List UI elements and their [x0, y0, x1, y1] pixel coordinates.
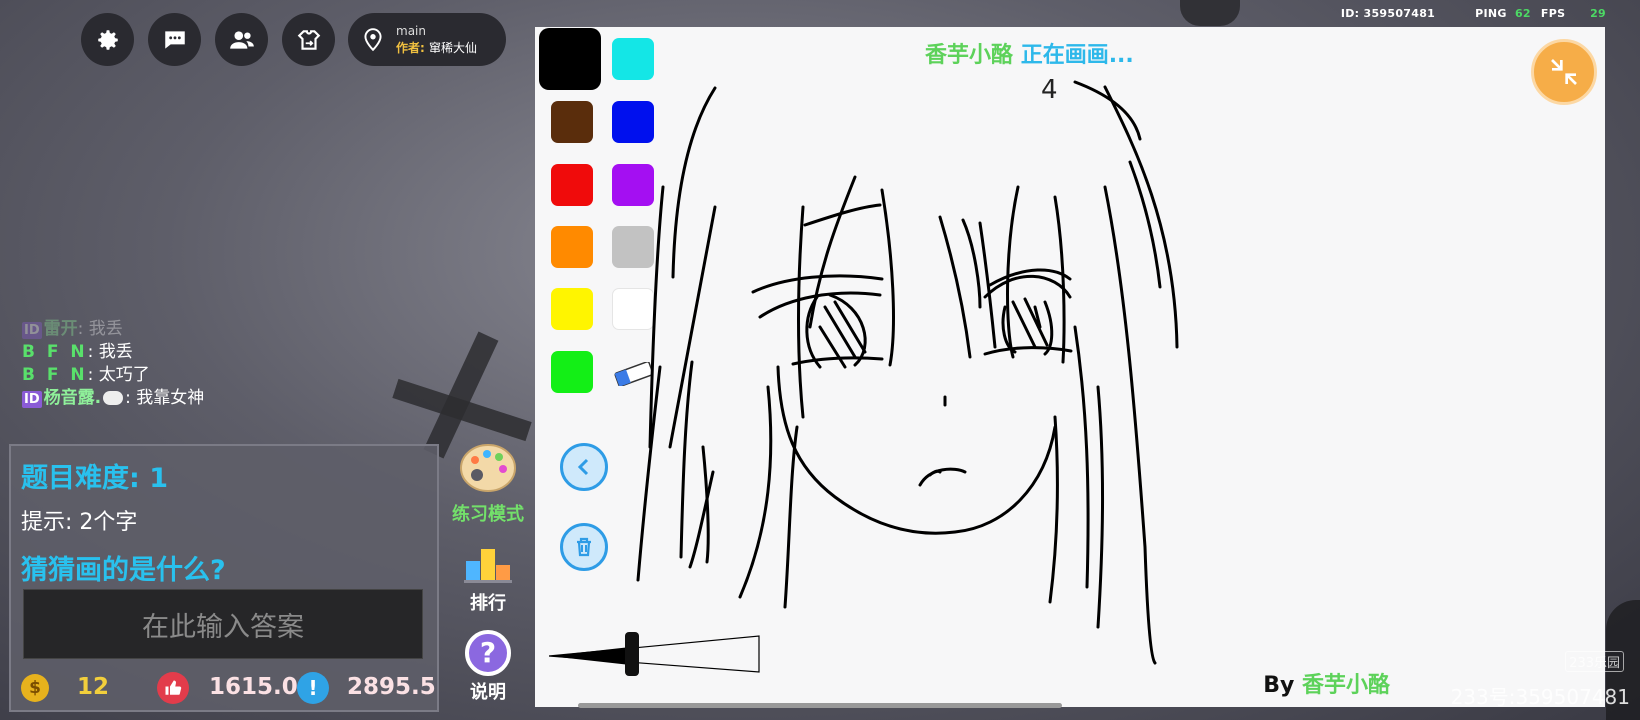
answer-input[interactable]: 在此输入答案 — [23, 589, 423, 659]
color-swatch-blue[interactable] — [612, 101, 654, 143]
ping-value: 62 — [1514, 7, 1531, 20]
color-swatch-cyan[interactable] — [612, 38, 654, 80]
practice-mode-button[interactable]: 练习模式 — [446, 442, 530, 526]
watermark-id: 233号:359507481 — [1450, 685, 1630, 709]
brush-size-slider[interactable] — [548, 632, 769, 680]
chat-message: 我丢 — [88, 319, 123, 339]
chat-icon — [164, 30, 185, 49]
collapse-arrows-icon — [1551, 59, 1577, 85]
gear-icon — [97, 29, 118, 50]
fps-value: 29 — [1590, 7, 1606, 20]
drawing-status: 正在画画... — [1020, 43, 1134, 68]
chat-message: 太巧了 — [98, 365, 150, 385]
drawer-name: 香芋小酪 — [925, 43, 1014, 68]
artist-name: 香芋小酪 — [1301, 673, 1390, 698]
eraser-icon[interactable] — [613, 361, 655, 387]
ranking-button[interactable]: 排行 — [446, 543, 530, 615]
settings-button[interactable] — [81, 13, 134, 66]
color-swatch-white[interactable] — [612, 288, 654, 330]
chat-sender: 雷开 — [43, 319, 78, 339]
author-label: 作者: — [396, 40, 425, 55]
id-badge: ID — [22, 391, 42, 408]
exclamation-icon[interactable]: ! — [297, 672, 329, 704]
map-pin-icon — [364, 27, 382, 51]
color-swatch-yellow[interactable] — [551, 288, 593, 330]
clear-canvas-button[interactable] — [560, 523, 608, 571]
id-badge: ID — [22, 322, 42, 339]
chevron-left-icon — [577, 458, 589, 476]
chat-line: ID 雷开: 我丢 — [22, 318, 204, 341]
trash-icon — [577, 537, 591, 557]
chat-sender: B F N — [22, 365, 88, 385]
friends-button[interactable] — [215, 13, 268, 66]
shrink-button[interactable] — [1531, 39, 1597, 105]
scroll-indicator — [578, 703, 1062, 708]
guess-prompt: 猜猜画的是什么? — [21, 555, 226, 586]
scene-shard — [1180, 0, 1240, 26]
color-swatch-red[interactable] — [551, 164, 593, 206]
chat-separator: : — [77, 319, 89, 339]
thumbs-up-icon[interactable] — [157, 672, 189, 704]
help-label: 说明 — [470, 682, 506, 703]
coin-count: 12 — [77, 674, 110, 700]
help-button[interactable]: ? 说明 — [446, 630, 530, 704]
undo-button[interactable] — [560, 443, 608, 491]
color-swatch-black[interactable] — [539, 28, 601, 90]
chat-button[interactable] — [148, 13, 201, 66]
countdown-timer: 4 — [1041, 75, 1058, 105]
chat-sender: 杨音露. — [43, 388, 102, 408]
chat-line: ID 杨音露.: 我靠女神 — [22, 387, 204, 410]
chat-message: 我丢 — [98, 342, 133, 362]
watermark-logo: 233乐园 — [1565, 651, 1624, 672]
people-icon — [229, 30, 254, 49]
stats-bar: ID: 359507481 PING 62 FPS 29 — [1341, 7, 1606, 20]
drawer-status: 香芋小酪 正在画画... — [925, 37, 1134, 69]
shirt-swap-icon — [297, 29, 320, 50]
sheep-emoji-icon — [103, 391, 124, 405]
player-id: 359507481 — [1363, 7, 1436, 20]
color-swatch-purple[interactable] — [612, 164, 654, 206]
score-value: 2895.5 — [347, 674, 436, 700]
question-mark-icon: ? — [465, 630, 511, 676]
sketch-drawing — [636, 80, 1179, 665]
author-name: 窜稀大仙 — [429, 40, 478, 55]
color-swatch-orange[interactable] — [551, 226, 593, 268]
color-swatch-brown[interactable] — [551, 101, 593, 143]
id-label: ID: — [1340, 7, 1360, 20]
podium-icon — [464, 549, 512, 583]
drawing-canvas[interactable]: 香芋小酪 正在画画... 4 By 香芋小酪 — [535, 27, 1605, 707]
chat-separator: : — [87, 365, 99, 385]
chat-log: ID 雷开: 我丢 B F N: 我丢 B F N: 太巧了 ID 杨音露.: 我靠… — [22, 318, 204, 410]
map-info[interactable]: main 作者: 窜稀大仙 — [348, 13, 506, 66]
palette-icon — [460, 444, 516, 492]
chat-line: B F N: 太巧了 — [22, 364, 204, 387]
hint-text: 提示: 2个字 — [21, 510, 138, 535]
question-panel: 题目难度: 1 提示: 2个字 猜猜画的是什么? 在此输入答案 $ 12 161… — [9, 444, 439, 712]
by-label: By — [1263, 673, 1295, 698]
coin-icon: $ — [21, 674, 49, 702]
chat-message: 我靠女神 — [136, 388, 205, 408]
chat-sender: B F N — [22, 342, 88, 362]
chat-line: B F N: 我丢 — [22, 341, 204, 364]
difficulty-label: 题目难度: 1 — [21, 463, 168, 494]
color-swatch-green[interactable] — [551, 351, 593, 393]
map-name: main — [396, 23, 426, 38]
chat-separator: : — [125, 388, 137, 408]
like-count: 1615.0 — [209, 674, 298, 700]
ping-label: PING — [1475, 7, 1507, 20]
outfit-button[interactable] — [282, 13, 335, 66]
brush-size-handle — [625, 632, 639, 676]
ranking-label: 排行 — [470, 593, 506, 614]
practice-mode-label: 练习模式 — [452, 504, 524, 525]
fps-label: FPS — [1540, 7, 1566, 20]
artist-credit: By 香芋小酪 — [1263, 667, 1390, 699]
chat-separator: : — [87, 342, 99, 362]
color-swatch-gray[interactable] — [612, 226, 654, 268]
